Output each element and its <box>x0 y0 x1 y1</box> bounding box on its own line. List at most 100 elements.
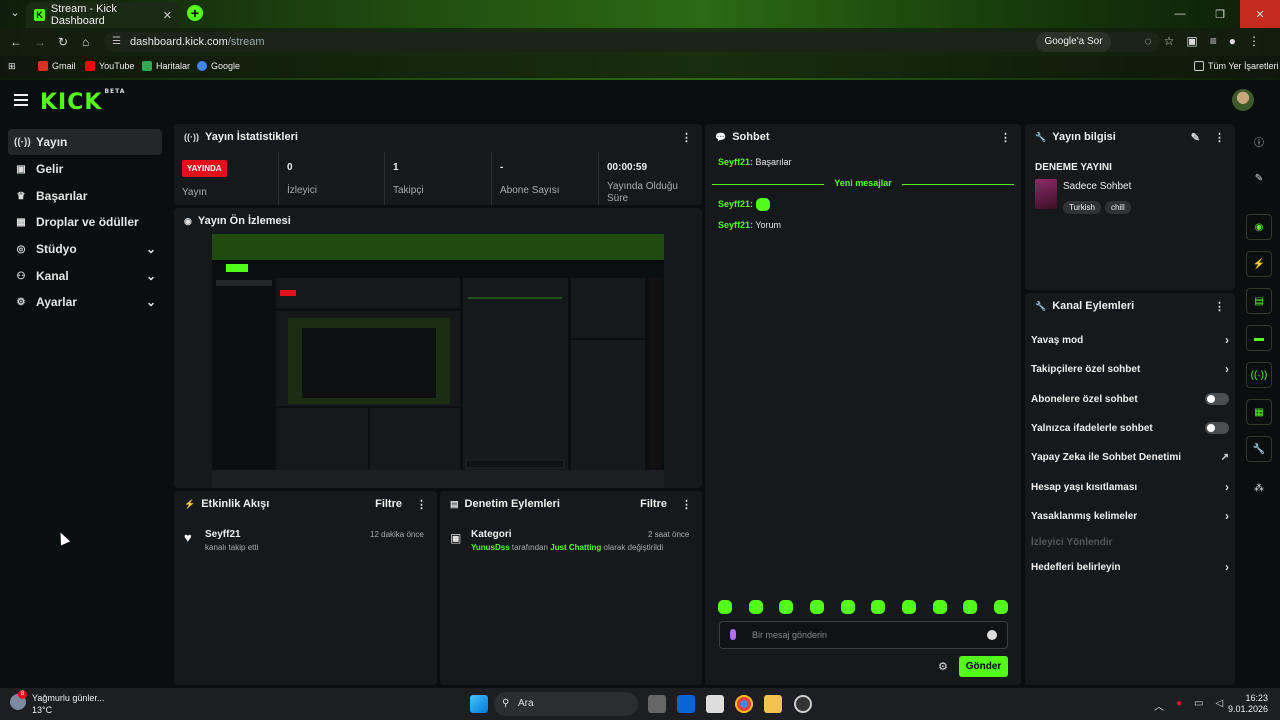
emote-icon[interactable] <box>840 600 855 614</box>
display-icon[interactable]: ▭ <box>1194 698 1203 713</box>
url-field[interactable]: ☰ dashboard.kick.com/stream <box>104 32 1160 52</box>
reload-icon[interactable]: ↻ <box>58 35 68 49</box>
chat-widget-icon[interactable]: ▬ <box>1246 325 1272 351</box>
chrome-icon[interactable] <box>735 695 753 713</box>
emote-icon[interactable] <box>901 600 916 614</box>
sidebar-item-channel[interactable]: ⚇ Kanal ⌄ <box>8 263 162 289</box>
hamburger-menu-icon[interactable] <box>14 94 28 106</box>
chat-username[interactable]: Seyff21: <box>718 157 753 167</box>
minimize-icon[interactable]: — <box>1160 0 1200 28</box>
event-user[interactable]: Seyff21 <box>205 529 241 540</box>
action-banned-words[interactable]: Yasaklanmış kelimeler › <box>1031 507 1229 525</box>
maximize-icon[interactable]: ❐ <box>1200 0 1240 28</box>
action-slow-mode[interactable]: Yavaş mod › <box>1031 331 1229 349</box>
bookmark-maps[interactable]: Haritalar <box>142 61 190 71</box>
stream-preview-video[interactable] <box>212 234 664 488</box>
edit-icon[interactable]: ✎ <box>1246 165 1272 191</box>
all-bookmarks[interactable]: Tüm Yer İşaretleri <box>1194 61 1279 71</box>
new-messages-divider[interactable]: Yeni mesajlar <box>712 178 1014 190</box>
close-window-icon[interactable]: ✕ <box>1240 0 1280 28</box>
bookmark-star-icon[interactable]: ☆ <box>1164 34 1175 48</box>
back-icon[interactable]: ← <box>10 35 22 49</box>
emote-icon[interactable] <box>809 600 824 614</box>
bookmark-gmail[interactable]: Gmail <box>38 61 76 71</box>
site-info-icon[interactable]: ☰ <box>112 32 121 52</box>
outlook-icon[interactable] <box>677 695 695 713</box>
event-user[interactable]: YunusDss <box>471 543 510 552</box>
extensions-icon[interactable]: ▣ <box>1186 34 1197 48</box>
emote-icon[interactable] <box>871 600 886 614</box>
action-followers-only[interactable]: Takipçilere özel sohbet › <box>1031 360 1229 378</box>
filter-button[interactable]: Filtre <box>375 498 402 510</box>
start-button-icon[interactable] <box>470 695 488 713</box>
broadcast-widget-icon[interactable]: ((·)) <box>1246 362 1272 388</box>
tab-search-icon[interactable]: ⌄ <box>8 6 22 20</box>
user-avatar[interactable] <box>1232 89 1254 111</box>
taskbar-clock[interactable]: 16:23 9.01.2026 <box>1228 693 1268 715</box>
sidebar-item-drops[interactable]: ▦ Droplar ve ödüller <box>8 209 162 235</box>
more-options-icon[interactable]: ⋮ <box>1214 300 1225 313</box>
kick-logo[interactable]: KICK BETA <box>40 88 125 115</box>
ask-google-button[interactable]: Google'a Sor <box>1036 32 1111 52</box>
task-view-icon[interactable] <box>648 695 666 713</box>
event-category[interactable]: Just Chatting <box>550 543 601 552</box>
more-options-icon[interactable]: ⋮ <box>681 498 692 511</box>
store-icon[interactable] <box>706 695 724 713</box>
media-icon[interactable]: ≡ <box>1210 34 1217 48</box>
eye-off-icon[interactable]: ◌ <box>1144 34 1151 48</box>
action-ai-moderation[interactable]: Yapay Zeka ile Sohbet Denetimi ↗ <box>1031 448 1229 466</box>
edit-icon[interactable]: ✎ <box>1191 131 1200 144</box>
volume-icon[interactable]: ◁ <box>1216 698 1224 713</box>
filter-button[interactable]: Filtre <box>640 498 667 510</box>
emotes-only-toggle[interactable] <box>1205 422 1229 434</box>
more-options-icon[interactable]: ⋮ <box>1214 131 1225 144</box>
tag-pill[interactable]: Turkish <box>1063 201 1101 214</box>
taskbar-search[interactable]: ⚲ Ara <box>494 692 638 716</box>
bookmark-youtube[interactable]: YouTube <box>85 61 134 71</box>
tag-pill[interactable]: chill <box>1104 201 1131 214</box>
sidebar-item-stream[interactable]: ((·)) Yayın <box>8 129 162 155</box>
apps-icon[interactable]: ⊞ <box>8 61 16 72</box>
stats-widget-icon[interactable]: ▦ <box>1246 399 1272 425</box>
close-tab-icon[interactable]: ✕ <box>163 9 172 22</box>
bookmark-google[interactable]: Google <box>197 61 240 71</box>
chat-input[interactable]: Bir mesaj gönderin <box>719 621 1008 649</box>
emote-icon[interactable] <box>963 600 978 614</box>
activity-widget-icon[interactable]: ⚡ <box>1246 251 1272 277</box>
weather-widget[interactable]: 8 Yağmurlu günler... 13°C <box>10 690 104 716</box>
obs-icon[interactable] <box>794 695 812 713</box>
info-icon[interactable]: ⓘ <box>1246 128 1272 154</box>
chat-settings-icon[interactable]: ⚙ <box>938 660 948 673</box>
preview-widget-icon[interactable]: ◉ <box>1246 214 1272 240</box>
more-options-icon[interactable]: ⋮ <box>1000 131 1011 144</box>
forward-icon[interactable]: → <box>34 35 46 49</box>
new-tab-button[interactable]: + <box>187 5 203 21</box>
menu-icon[interactable]: ⋮ <box>1248 34 1260 48</box>
stream-category[interactable]: Sadece Sohbet <box>1063 181 1131 192</box>
subscribers-only-toggle[interactable] <box>1205 393 1229 405</box>
file-explorer-icon[interactable] <box>764 695 782 713</box>
action-account-age[interactable]: Hesap yaşı kısıtlaması › <box>1031 478 1229 496</box>
profile-icon[interactable]: ● <box>1229 34 1236 48</box>
microphone-icon[interactable]: ● <box>1176 698 1182 713</box>
home-icon[interactable]: ⌂ <box>82 35 89 49</box>
emote-icon[interactable] <box>718 600 732 614</box>
emote-icon[interactable] <box>748 600 763 614</box>
add-widget-icon[interactable]: ⁂ <box>1246 475 1272 501</box>
more-options-icon[interactable]: ⋮ <box>681 131 692 144</box>
more-options-icon[interactable]: ⋮ <box>416 498 427 511</box>
emote-icon[interactable] <box>932 600 947 614</box>
moderation-widget-icon[interactable]: ▤ <box>1246 288 1272 314</box>
browser-tab[interactable]: K Stream - Kick Dashboard ✕ <box>26 2 180 28</box>
chat-username[interactable]: Seyff21: <box>718 220 753 230</box>
emoji-picker-icon[interactable] <box>987 630 997 640</box>
wrench-widget-icon[interactable]: 🔧 <box>1246 436 1272 462</box>
emote-icon[interactable] <box>993 600 1008 614</box>
chat-username[interactable]: Seyff21: <box>718 199 753 209</box>
send-button[interactable]: Gönder <box>959 656 1008 677</box>
action-set-goals[interactable]: Hedefleri belirleyin › <box>1031 558 1229 576</box>
sidebar-item-achievements[interactable]: ♛ Başarılar <box>8 183 162 209</box>
microphone-icon[interactable] <box>730 629 736 640</box>
sidebar-item-income[interactable]: ▣ Gelir <box>8 156 162 182</box>
sidebar-item-studio[interactable]: ◎ Stüdyo ⌄ <box>8 236 162 262</box>
